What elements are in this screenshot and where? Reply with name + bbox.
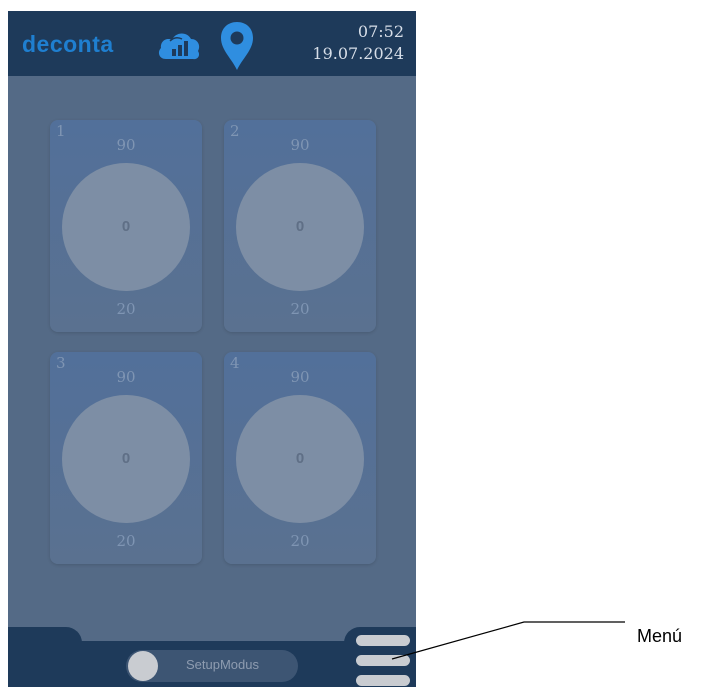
hamburger-menu-icon <box>356 635 410 646</box>
gauge-value: 0 <box>295 218 305 235</box>
tile-max-value: 90 <box>290 368 310 386</box>
gauge: 0 <box>236 163 364 291</box>
device-screen: deconta 07:52 19.07.2024 1 90 0 20 2 90 … <box>8 11 416 687</box>
sensor-tile-4[interactable]: 4 90 0 20 <box>224 352 376 564</box>
setup-mode-toggle[interactable]: SetupModus <box>126 650 298 682</box>
bottom-bar: SetupModus <box>8 627 416 687</box>
tile-min-value: 20 <box>116 532 136 550</box>
hamburger-menu-icon <box>356 655 410 666</box>
gauge: 0 <box>62 395 190 523</box>
gauge: 0 <box>62 163 190 291</box>
top-bar: deconta 07:52 19.07.2024 <box>8 11 416 76</box>
toggle-knob[interactable] <box>128 651 158 681</box>
bottom-bar-left-tab <box>8 627 82 657</box>
gauge: 0 <box>236 395 364 523</box>
tile-max-value: 90 <box>116 136 136 154</box>
time-text: 07:52 <box>357 22 404 41</box>
toggle-label: SetupModus <box>186 657 259 672</box>
sensor-tile-3[interactable]: 3 90 0 20 <box>50 352 202 564</box>
date-text: 19.07.2024 <box>312 44 404 63</box>
brand-logo: deconta <box>22 31 114 57</box>
tile-min-value: 20 <box>290 300 310 318</box>
location-pin-icon[interactable] <box>220 21 254 71</box>
hamburger-menu-icon <box>356 675 410 686</box>
tile-min-value: 20 <box>116 300 136 318</box>
tile-min-value: 20 <box>290 532 310 550</box>
sensor-tile-2[interactable]: 2 90 0 20 <box>224 120 376 332</box>
gauge-value: 0 <box>121 218 131 235</box>
sensor-tile-1[interactable]: 1 90 0 20 <box>50 120 202 332</box>
cloud-signal-icon[interactable] <box>156 27 202 63</box>
gauge-value: 0 <box>295 450 305 467</box>
datetime: 07:52 19.07.2024 <box>312 21 404 65</box>
tile-max-value: 90 <box>290 136 310 154</box>
tile-max-value: 90 <box>116 368 136 386</box>
menu-button[interactable] <box>356 635 410 687</box>
gauge-value: 0 <box>121 450 131 467</box>
annotation-label: Menú <box>637 626 683 646</box>
